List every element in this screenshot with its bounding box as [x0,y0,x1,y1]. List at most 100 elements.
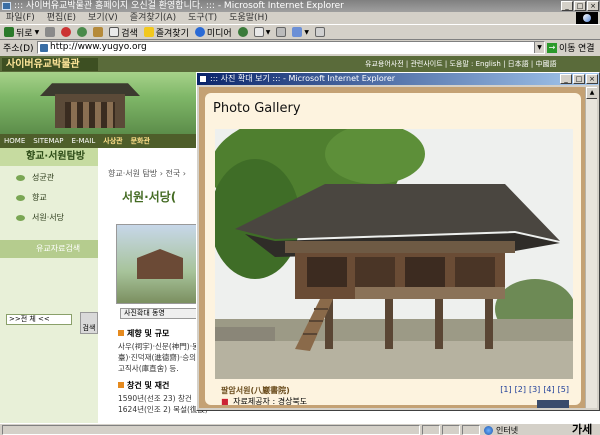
pavilion-body [55,94,125,128]
popup-title: ::: 사진 확대 보기 ::: - Microsoft Internet Ex… [210,74,396,83]
enlarge-photo-button[interactable]: 사진확대 동영 [120,308,198,319]
favorites-button[interactable]: 즐겨찾기 [143,26,189,39]
home-button[interactable] [93,27,104,37]
popup-window-controls: _ □ × [560,74,598,84]
close-button[interactable]: × [587,1,599,11]
photo-source: ■ 자료제공자 : 경상북도 [221,396,307,407]
gallery-frame: Photo Gallery 팔암서원(八巖書院) ■ 자료제공자: 경상북도 … [205,93,581,408]
status-pane [422,425,440,435]
nav-email[interactable]: E-MAIL [72,134,96,148]
menu-file[interactable]: 파일(F) [6,12,35,24]
nav-sitemap[interactable]: SITEMAP [33,134,63,148]
go-arrow-icon: → [547,42,557,53]
go-button[interactable]: → 이동 [547,41,576,54]
archive-search-button[interactable]: 검색 [80,312,98,334]
links-button[interactable]: 연결 [578,41,595,54]
page-link[interactable]: [3] [529,385,540,394]
stop-icon [61,27,72,37]
security-zone: 인터넷 [484,425,518,435]
menu-view[interactable]: 보기(V) [88,12,118,24]
nav-home[interactable]: HOME [4,134,25,148]
menu-tools[interactable]: 도구(T) [188,12,217,24]
status-text-pane [2,425,420,435]
print-button[interactable] [276,27,287,37]
site-logo[interactable]: 사이버유교박물관 [2,58,98,71]
discuss-button[interactable] [314,27,325,37]
popup-maximize-button[interactable]: □ [573,74,585,84]
close-popup-button[interactable] [537,400,569,408]
discuss-icon [314,27,325,37]
bullet-icon: ■ [221,397,229,406]
edit-icon [292,27,303,37]
section-text-line: 1590년(선조 23) 창건 [118,394,192,403]
refresh-button[interactable] [77,27,88,37]
forward-button[interactable] [45,27,56,37]
section-text-line: 1624년(인조 2) 복설(復設) [118,405,208,414]
left-nav-item-sungkyunkwan[interactable]: 성균관 [0,170,98,186]
left-nav: 향교·서원탐방 성균관 향교 서원·서당 유교자료검색 >>전 체 << 검색 [0,148,98,424]
forward-arrow-icon [45,27,56,37]
popup-vertical-scrollbar[interactable]: ▲ [585,87,597,408]
address-input[interactable]: http://www.yugyo.org ▼ [37,41,545,54]
back-button[interactable]: 뒤로 ▼ [4,26,39,39]
history-button[interactable] [237,27,248,37]
refresh-icon [77,27,88,37]
photo-name: 팔암서원(八巖書院) [221,386,290,395]
address-bar: 주소(D) http://www.yugyo.org ▼ → 이동 연결 [0,40,600,55]
search-icon [109,27,120,37]
page-link[interactable]: [1] [500,385,511,394]
scroll-up-button[interactable]: ▲ [586,87,597,99]
pavilion-photo [215,129,573,379]
gallery-heading: Photo Gallery [213,101,301,116]
menu-bar: 파일(F) 편집(E) 보기(V) 즐겨찾기(A) 도구(T) 도움말(H) [0,12,600,24]
left-nav-item-hyanggyo[interactable]: 향교 [0,190,98,206]
edit-button[interactable]: ▼ [292,27,309,37]
mail-button[interactable]: ▼ [253,27,270,37]
ie-icon [199,75,207,83]
site-header: 사이버유교박물관 유교용어사전 | 관련사이트 | 도움말 : English … [0,56,600,72]
maximize-button[interactable]: □ [574,1,586,11]
minimize-button[interactable]: _ [561,1,573,11]
left-nav-item-seowon[interactable]: 서원·서당 [0,210,98,226]
page-link[interactable]: [2] [515,385,526,394]
status-pane [462,425,480,435]
nav-culture-hall[interactable]: 문화관 [131,134,150,148]
stop-button[interactable] [61,27,72,37]
history-icon [237,27,248,37]
page-link[interactable]: [5] [558,385,569,394]
breadcrumb: 향교·서원 탐방 › 전국 › [108,169,186,178]
section-title-scale: 제향 및 규모 [118,328,169,339]
source-label: 자료제공자 : [233,397,276,406]
thumbnail-image[interactable] [116,224,198,304]
utility-links[interactable]: 유교용어사전 | 관련사이트 | 도움말 : English | 日本語 | 中… [365,59,556,69]
section-text-line: 사우(祠宇)·신문(神門)·동 [118,342,199,351]
media-button[interactable]: 미디어 [194,26,232,39]
section-title-founding: 창건 및 재건 [118,380,169,391]
print-icon [276,27,287,37]
category-select[interactable]: >>전 체 << [6,314,72,325]
popup-title-bar[interactable]: ::: 사진 확대 보기 ::: - Microsoft Internet Ex… [197,73,599,85]
standard-toolbar: 뒤로 ▼ 검색 즐겨찾기 미디어 ▼ ▼ [0,24,600,40]
global-nav: HOME SITEMAP E-MAIL 사상관 문화관 [0,134,200,148]
address-label: 주소(D) [3,44,34,54]
address-dropdown-button[interactable]: ▼ [534,42,544,53]
window-controls: _ □ × [561,1,599,11]
section-text-line: 고직사(庫直舍) 등. [118,364,179,373]
ime-indicator[interactable]: 가세 [572,421,592,435]
popup-minimize-button[interactable]: _ [560,74,572,84]
search-button[interactable]: 검색 [109,26,138,39]
page-icon [40,44,48,52]
window-title: ::: 사이버유교박물관 홈페이지 오신걸 환영합니다. ::: - Micro… [14,1,344,11]
section-text-line: 臺)·진덕재(進德齋)·승의 [118,353,197,362]
menu-edit[interactable]: 편집(E) [47,12,76,24]
photo-pagination: [1] [2] [3] [4] [5] [500,385,569,394]
nav-thought-hall[interactable]: 사상관 [103,134,122,148]
window-title-bar[interactable]: ::: 사이버유교박물관 홈페이지 오신걸 환영합니다. ::: - Micro… [0,0,600,12]
menu-favorites[interactable]: 즐겨찾기(A) [130,12,176,24]
back-arrow-icon [4,27,14,37]
menu-help[interactable]: 도움말(H) [229,12,268,24]
section-heading: 서원·서당( [122,190,177,204]
popup-close-button[interactable]: × [586,74,598,84]
ie-icon [2,2,11,10]
page-link[interactable]: [4] [543,385,554,394]
